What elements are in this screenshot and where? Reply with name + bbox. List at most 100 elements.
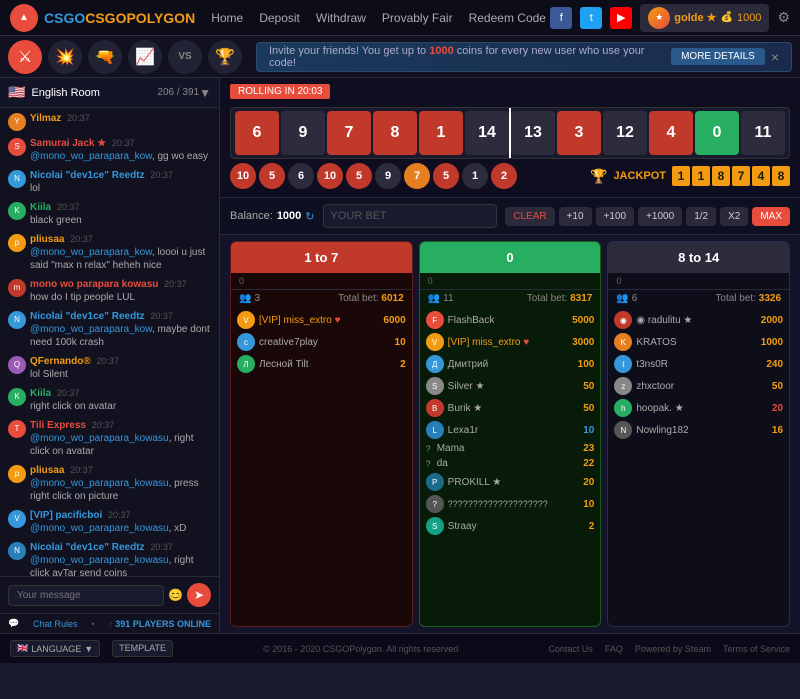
powered-by-link[interactable]: Powered by Steam bbox=[635, 644, 711, 654]
player-name: Дмитрий bbox=[448, 359, 574, 370]
nav-home[interactable]: Home bbox=[211, 11, 243, 25]
chat-username: Tili Express bbox=[30, 420, 86, 431]
list-item: K Kiila 20:37 black green bbox=[8, 201, 211, 227]
balance-display: Balance: 1000 ↻ bbox=[230, 210, 315, 223]
clear-button[interactable]: CLEAR bbox=[505, 207, 554, 226]
emoji-icon[interactable]: 😊 bbox=[168, 588, 183, 602]
player-avatar: S bbox=[426, 377, 444, 395]
player-name: KRATOS bbox=[636, 337, 756, 348]
plus100-button[interactable]: +100 bbox=[596, 207, 635, 226]
dark-column-header[interactable]: 8 to 14 bbox=[608, 242, 789, 273]
room-count: 206 / 391 bbox=[157, 87, 199, 98]
green-column-header[interactable]: 0 bbox=[420, 242, 601, 273]
shoot-icon[interactable]: 🔫 bbox=[88, 40, 122, 74]
facebook-icon[interactable]: f bbox=[550, 7, 572, 29]
template-button[interactable]: TEMPLATE bbox=[112, 640, 173, 657]
chat-username: mono wo parapara kowasu bbox=[30, 279, 158, 290]
player-bet: 50 bbox=[772, 381, 783, 392]
jackpot-display: 🏆 JACKPOT 1 1 8 7 4 8 bbox=[590, 166, 790, 186]
chat-username: Nicolai "dev1ce" Reedtz bbox=[30, 170, 145, 181]
player-avatar: L bbox=[426, 421, 444, 439]
chat-avatar: Q bbox=[8, 356, 26, 374]
nav-provably-fair[interactable]: Provably Fair bbox=[382, 11, 453, 25]
youtube-icon[interactable]: ▶ bbox=[610, 7, 632, 29]
half-button[interactable]: 1/2 bbox=[686, 207, 716, 226]
x2-button[interactable]: X2 bbox=[720, 207, 748, 226]
jackpot-digit: 8 bbox=[712, 166, 730, 186]
list-item: V [VIP] pacificboi 20:37 @mono_wo_parapa… bbox=[8, 509, 211, 535]
max-button[interactable]: MAX bbox=[752, 207, 790, 226]
mine-icon[interactable]: 💥 bbox=[48, 40, 82, 74]
nav-withdraw[interactable]: Withdraw bbox=[316, 11, 366, 25]
green-total-bet: 8317 bbox=[570, 293, 592, 304]
promo-text: Invite your friends! You get up to 1000 … bbox=[269, 45, 663, 69]
coin-flip-icon[interactable]: ⚔ bbox=[8, 40, 42, 74]
twitter-icon[interactable]: t bbox=[580, 7, 602, 29]
plus10-button[interactable]: +10 bbox=[559, 207, 592, 226]
contact-us-link[interactable]: Contact Us bbox=[548, 644, 593, 654]
coin-icon: 💰 bbox=[721, 12, 733, 23]
chart-icon[interactable]: 📈 bbox=[128, 40, 162, 74]
terms-link[interactable]: Terms of Service bbox=[723, 644, 790, 654]
player-name: t3ns0R bbox=[636, 359, 762, 370]
username: golde ★ bbox=[674, 11, 716, 24]
vs-icon[interactable]: VS bbox=[168, 40, 202, 74]
jackpot-digit: 7 bbox=[732, 166, 750, 186]
list-item: Y Yilmaz 20:37 bbox=[8, 112, 211, 131]
player-bet: 2000 bbox=[761, 315, 783, 326]
settings-icon[interactable]: ⚙ bbox=[777, 9, 790, 26]
player-name: Silver ★ bbox=[448, 381, 580, 392]
nav-deposit[interactable]: Deposit bbox=[259, 11, 300, 25]
faq-link[interactable]: FAQ bbox=[605, 644, 623, 654]
list-item: N Nicolai "dev1ce" Reedtz 20:37 @mono_wo… bbox=[8, 541, 211, 576]
table-row: Д Дмитрий 100 bbox=[426, 355, 595, 373]
chat-avatar: Y bbox=[8, 113, 26, 131]
logo-text: CSGOCSGOPOLYGON bbox=[44, 10, 195, 26]
refresh-icon[interactable]: ↻ bbox=[305, 210, 314, 223]
player-bet: 10 bbox=[583, 499, 594, 510]
user-info[interactable]: ★ golde ★ 💰 1000 bbox=[640, 4, 769, 32]
player-avatar: F bbox=[426, 311, 444, 329]
player-name: PROKILL ★ bbox=[448, 477, 580, 488]
list-item: N Nicolai "dev1ce" Reedtz 20:37 lol bbox=[8, 169, 211, 195]
dark-total-bet: 3326 bbox=[759, 293, 781, 304]
send-message-button[interactable]: ➤ bbox=[187, 583, 211, 607]
table-row: S Straay 2 bbox=[426, 517, 595, 535]
close-promo-icon[interactable]: × bbox=[771, 49, 779, 65]
player-avatar: ◉ bbox=[614, 311, 632, 329]
coin: 5 bbox=[346, 163, 372, 189]
trophy-icon[interactable]: 🏆 bbox=[208, 40, 242, 74]
roulette-track: 6 9 7 8 1 14 13 3 12 4 0 11 bbox=[230, 107, 790, 159]
chat-avatar: N bbox=[8, 542, 26, 560]
table-row: P PROKILL ★ 20 bbox=[426, 473, 595, 491]
chat-avatar: m bbox=[8, 279, 26, 297]
player-bet: 22 bbox=[583, 458, 594, 469]
coin: 5 bbox=[259, 163, 285, 189]
bet-input[interactable] bbox=[323, 204, 498, 228]
nav-redeem-code[interactable]: Redeem Code bbox=[469, 11, 546, 25]
plus1000-button[interactable]: +1000 bbox=[638, 207, 682, 226]
players-icon: 👥 bbox=[428, 293, 440, 304]
chevron-down-icon: ▼ bbox=[84, 644, 93, 654]
table-row: L Lexa1r 10 bbox=[426, 421, 595, 439]
dark-col-total: 👥 6 Total bet: 3326 bbox=[608, 290, 789, 307]
chat-rules-link[interactable]: Chat Rules bbox=[33, 619, 78, 629]
jackpot-digit: 1 bbox=[672, 166, 690, 186]
roulette-section: ROLLING IN 20:03 6 9 7 8 1 14 13 3 12 4 … bbox=[220, 78, 800, 198]
balance-label: Balance: bbox=[230, 210, 273, 222]
roulette-item: 0 bbox=[695, 111, 739, 155]
room-dropdown-icon[interactable]: ▼ bbox=[199, 86, 211, 100]
coin: 6 bbox=[288, 163, 314, 189]
red-column-header[interactable]: 1 to 7 bbox=[231, 242, 412, 273]
list-item: m mono wo parapara kowasu 20:37 how do I… bbox=[8, 278, 211, 304]
roulette-item: 14 bbox=[465, 111, 509, 155]
logo[interactable]: ▲ CSGOCSGOPOLYGON bbox=[10, 4, 195, 32]
chat-input[interactable] bbox=[8, 585, 164, 606]
more-details-button[interactable]: MORE DETAILS bbox=[671, 48, 765, 65]
table-row: z zhxctoor 50 bbox=[614, 377, 783, 395]
list-item: K Kiila 20:37 right click on avatar bbox=[8, 387, 211, 413]
players-icon: 👥 bbox=[239, 293, 251, 304]
language-selector[interactable]: 🇬🇧 LANGUAGE ▼ bbox=[10, 640, 100, 657]
player-avatar: B bbox=[426, 399, 444, 417]
rolling-label: ROLLING IN 20:03 bbox=[230, 84, 330, 99]
